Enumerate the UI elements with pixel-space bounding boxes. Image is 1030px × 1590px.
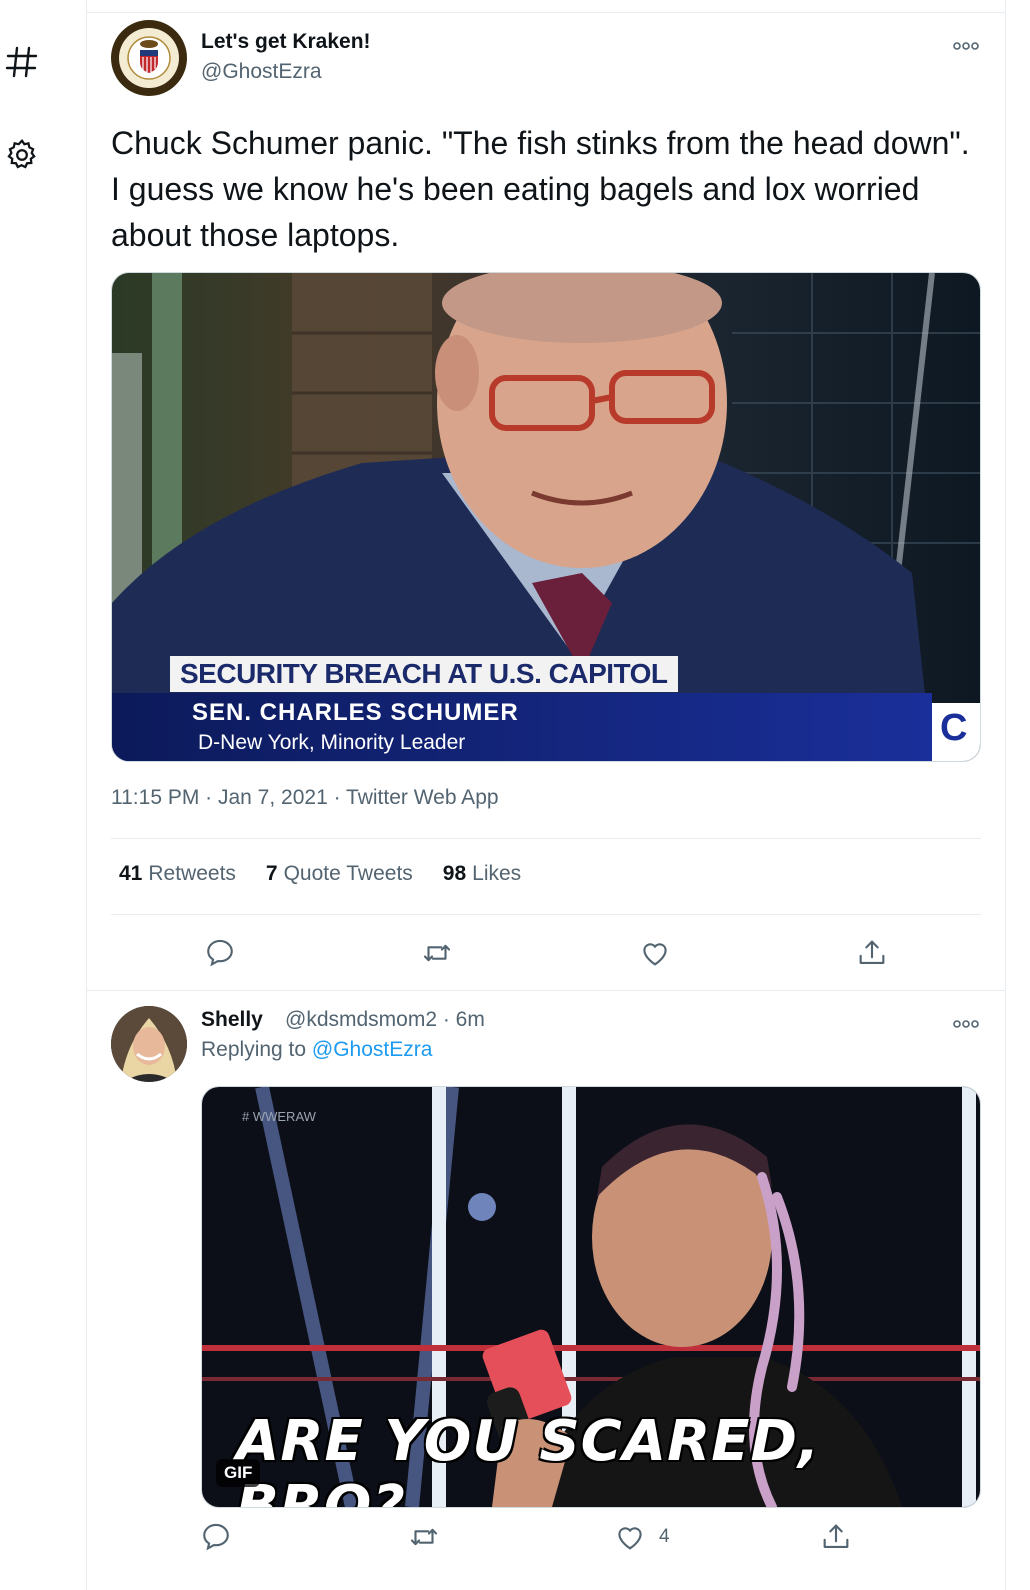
timeline-column: Let's get Kraken! @GhostEzra Chuck Schum… xyxy=(86,0,1006,1590)
likes-stat[interactable]: 98 Likes xyxy=(443,862,521,886)
settings-gear-icon[interactable] xyxy=(4,137,40,173)
replying-to-label: Replying to xyxy=(201,1038,307,1061)
news-headline-caption: SECURITY BREACH AT U.S. CAPITOL xyxy=(170,656,678,692)
divider xyxy=(111,838,981,839)
tweet-stats: 41 Retweets 7 Quote Tweets 98 Likes xyxy=(119,862,521,886)
quote-tweets-stat[interactable]: 7 Quote Tweets xyxy=(266,862,413,886)
reply-author-name[interactable]: Shelly xyxy=(201,1008,263,1032)
replying-to-handle-link[interactable]: @GhostEzra xyxy=(312,1038,433,1061)
reply-author-handle-time[interactable]: @kdsmdsmom2 · 6m xyxy=(285,1008,485,1032)
top-divider xyxy=(87,12,1005,13)
author-handle[interactable]: @GhostEzra xyxy=(201,60,322,84)
news-title-caption: D-New York, Minority Leader xyxy=(198,731,466,754)
tweet-divider xyxy=(87,990,1005,991)
author-avatar[interactable] xyxy=(111,20,187,96)
reply-reply-icon[interactable] xyxy=(199,1520,233,1554)
reply-like-count: 4 xyxy=(659,1526,670,1547)
wwe-raw-tag: # WWERAW xyxy=(242,1109,316,1124)
replying-to: Replying to @GhostEzra xyxy=(201,1038,432,1062)
tweet-text: Chuck Schumer panic. "The fish stinks fr… xyxy=(111,125,970,253)
reply-icon[interactable] xyxy=(203,936,237,970)
share-icon[interactable] xyxy=(855,936,889,970)
retweet-icon[interactable] xyxy=(420,936,454,970)
tweet-timestamp[interactable]: 11:15 PM · Jan 7, 2021 · Twitter Web App xyxy=(111,786,499,810)
tweet-media-image[interactable]: SECURITY BREACH AT U.S. CAPITOL SEN. CHA… xyxy=(111,272,981,762)
gif-badge: GIF xyxy=(216,1459,261,1487)
author-name[interactable]: Let's get Kraken! xyxy=(201,30,371,54)
reply-gif-media[interactable]: # WWERAW ARE YOU SCARED, BRO? GIF xyxy=(201,1086,981,1508)
reply-share-icon[interactable] xyxy=(819,1520,853,1554)
hashtag-icon[interactable] xyxy=(4,44,40,80)
more-options-icon[interactable] xyxy=(953,38,979,50)
network-logo-letter: C xyxy=(940,707,968,749)
left-navigation xyxy=(0,0,86,1590)
gif-caption: ARE YOU SCARED, BRO? xyxy=(236,1409,821,1508)
divider xyxy=(111,914,981,915)
reply-like-heart-icon[interactable] xyxy=(613,1520,647,1554)
reply-more-options-icon[interactable] xyxy=(953,1016,979,1028)
retweets-stat[interactable]: 41 Retweets xyxy=(119,862,236,886)
reply-retweet-icon[interactable] xyxy=(407,1520,441,1554)
reply-author-avatar[interactable] xyxy=(111,1006,187,1082)
news-name-caption: SEN. CHARLES SCHUMER xyxy=(192,699,519,726)
like-heart-icon[interactable] xyxy=(638,936,672,970)
